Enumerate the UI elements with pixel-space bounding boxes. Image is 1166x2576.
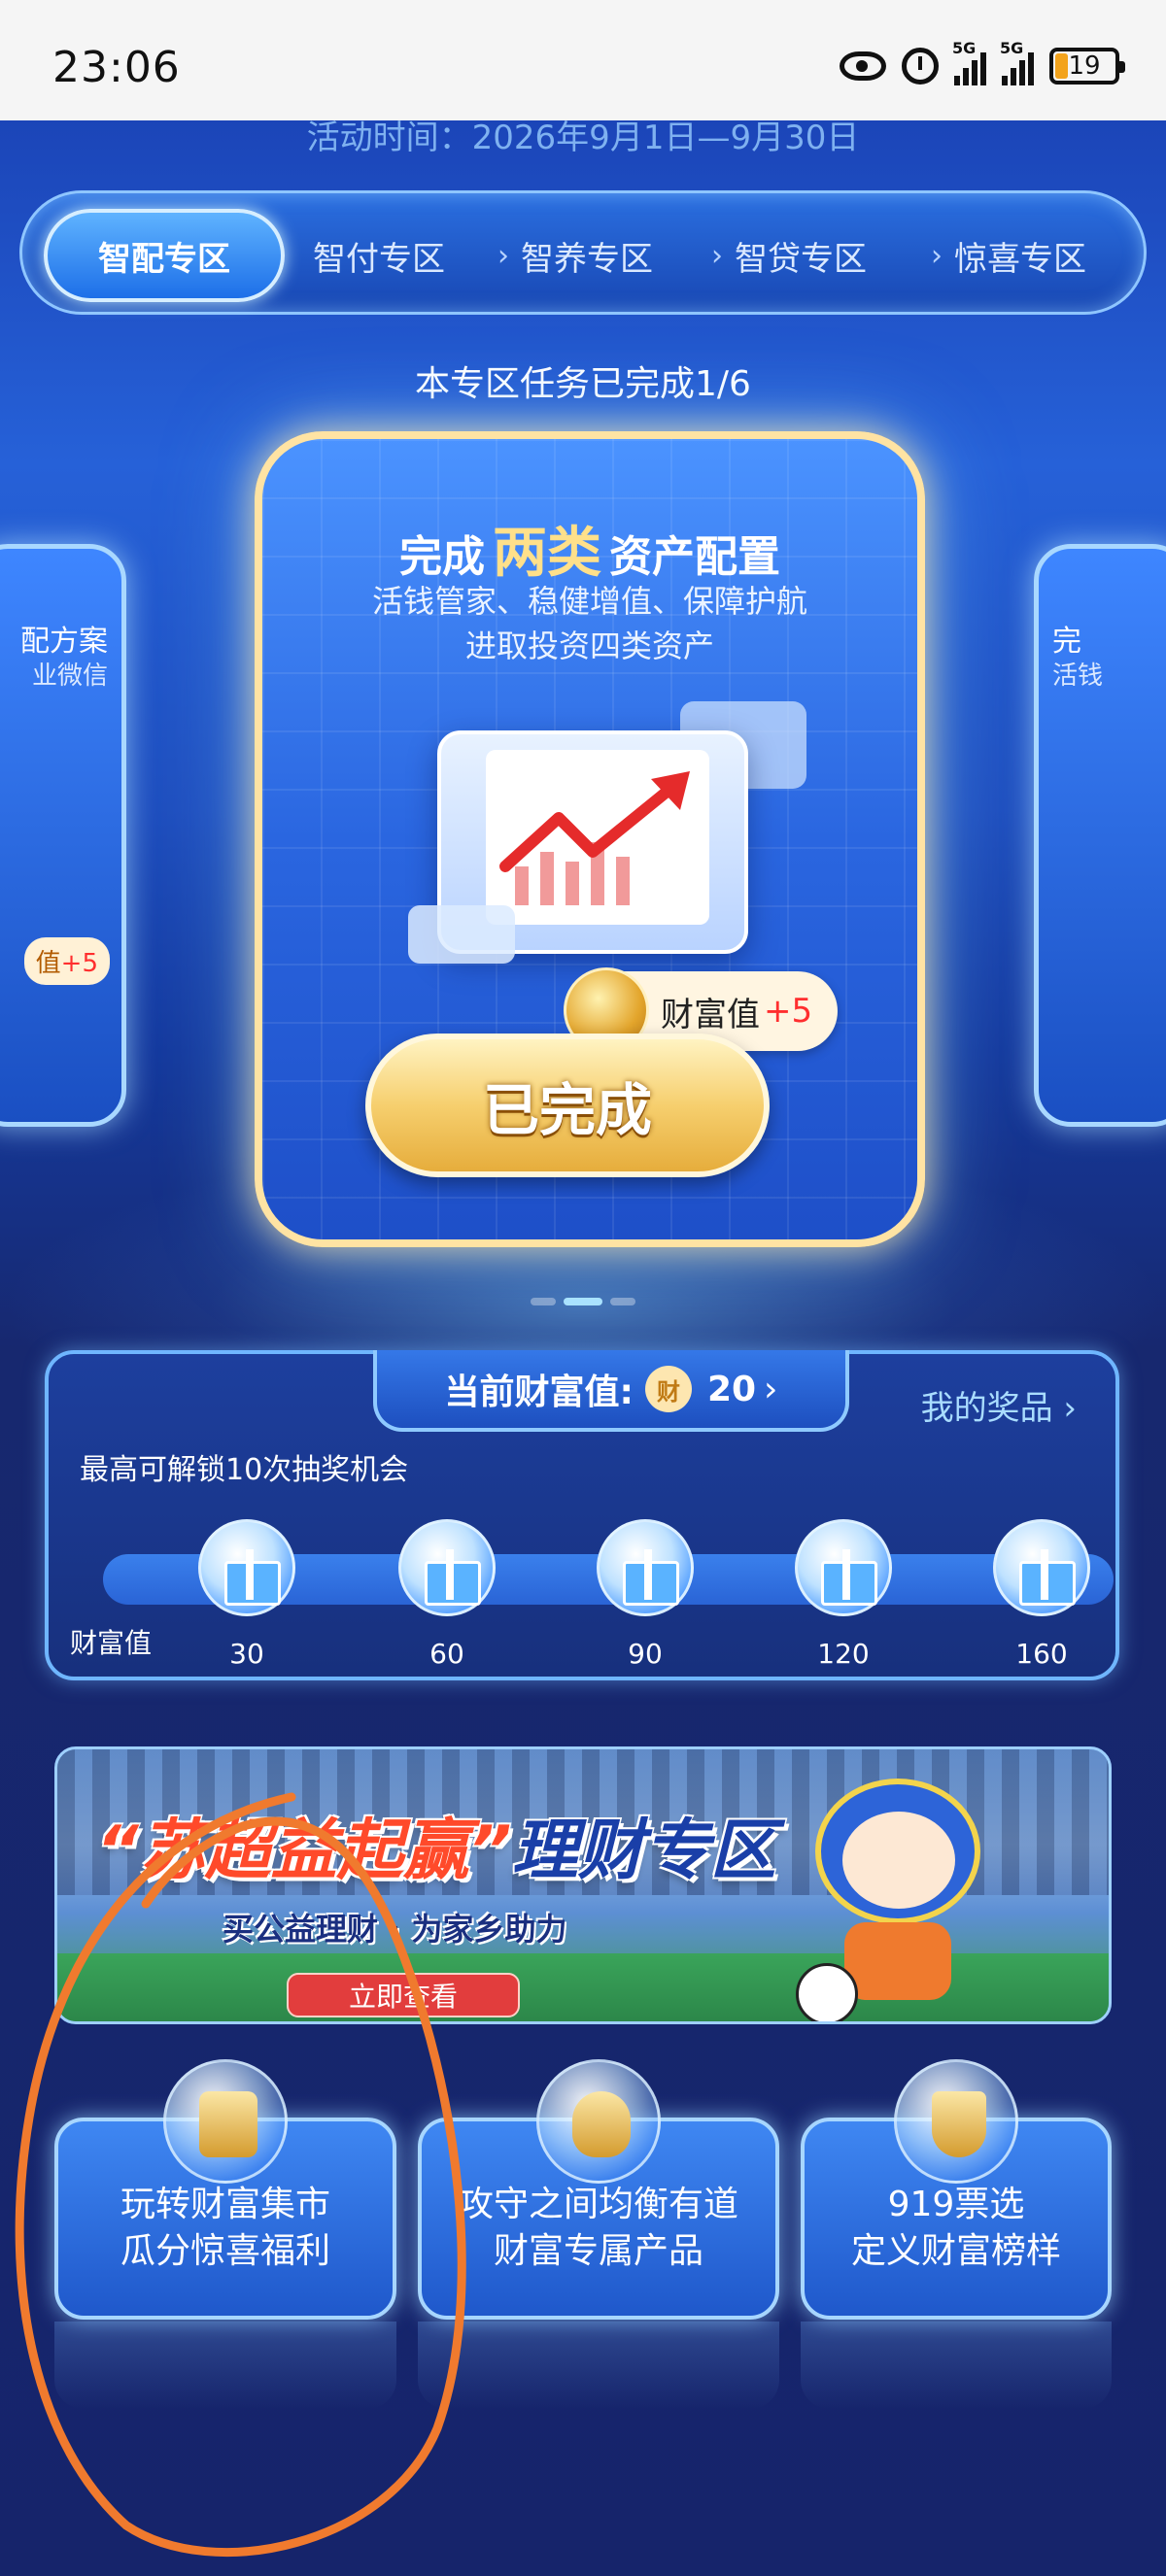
current-wealth[interactable]: 当前财富值: 财 20 › [373, 1350, 849, 1432]
gift-box-icon [597, 1519, 694, 1616]
task-title: 完成 两类 资产配置 [399, 522, 780, 585]
milestone-120[interactable]: 120 [795, 1519, 892, 1670]
activity-period: 活动时间：2026年9月1日—9月30日 [306, 119, 860, 157]
tab-smart-loan[interactable]: › 智贷专区 [689, 193, 889, 318]
chevron-right-icon: › [764, 1369, 778, 1409]
chevron-right-icon: › [497, 238, 509, 273]
milestone-160[interactable]: 160 [993, 1519, 1090, 1670]
view-now-button[interactable]: 立即查看 [287, 1973, 520, 2017]
promo-banner[interactable]: “苏超益起赢”理财专区 买公益理财 · 为家乡助力 立即查看 [54, 1746, 1112, 2024]
task-card-current: 完成 两类 资产配置 活钱管家、稳健增值、保障护航 进取投资四类资产 财富值 +5 已… [255, 431, 925, 1247]
wealth-coin-icon: 财 [644, 1366, 692, 1412]
tab-smart-allocation[interactable]: 智配专区 [44, 209, 285, 302]
carousel-indicator [466, 1298, 700, 1311]
gift-box-icon [398, 1519, 496, 1616]
signal-icon: 5G [952, 39, 986, 85]
milestone-30[interactable]: 30 [198, 1519, 295, 1670]
wealth-progress-panel: 当前财富值: 财 20 › 我的奖品 › 最高可解锁10次抽奖机会 财富值 30… [45, 1350, 1119, 1680]
task-progress: 本专区任务已完成1/6 [415, 364, 751, 404]
chevron-right-icon: › [931, 238, 943, 273]
milestone-90[interactable]: 90 [597, 1519, 694, 1670]
battery-level: 19 [1068, 51, 1101, 81]
gift-box-icon [795, 1519, 892, 1616]
chevron-right-icon: › [711, 238, 723, 273]
gift-box-icon [198, 1519, 295, 1616]
wealth-axis-label: 财富值 [70, 1627, 153, 1659]
banner-subtitle: 买公益理财 · 为家乡助力 [223, 1911, 567, 1948]
task-description: 活钱管家、稳健增值、保障护航 进取投资四类资产 [371, 583, 807, 664]
football-icon [796, 1963, 858, 2021]
max-unlock-note: 最高可解锁10次抽奖机会 [80, 1453, 409, 1487]
wallet-icon [199, 2091, 257, 2157]
banner-title: “苏超益起赢”理财专区 [96, 1813, 776, 1889]
reward-pill: 值+5 [23, 937, 110, 985]
gift-box-icon [993, 1519, 1090, 1616]
entry-919-vote[interactable]: 919票选 定义财富榜样 [801, 2059, 1112, 2320]
mascot-icon [796, 1779, 1000, 2021]
tab-smart-care[interactable]: › 智养专区 [475, 193, 675, 318]
growth-chart-illustration [408, 701, 806, 973]
tab-surprise[interactable]: › 惊喜专区 [903, 193, 1115, 318]
status-icons: 5G 5G 19 [840, 39, 1125, 85]
trend-arrow-icon [499, 771, 690, 905]
milestone-60[interactable]: 60 [398, 1519, 496, 1670]
my-prizes-link[interactable]: 我的奖品 › [921, 1381, 1077, 1429]
task-card-next[interactable]: 完 活钱 [1034, 544, 1166, 1127]
tab-smart-pay[interactable]: 智付专区 [296, 193, 462, 318]
eye-icon [840, 51, 886, 81]
zone-tabs: 智配专区 智付专区 › 智养专区 › 智贷专区 › 惊喜专区 [19, 190, 1147, 315]
money-bag-icon [572, 2091, 631, 2157]
battery-icon: 19 [1049, 48, 1125, 85]
entry-wealth-market[interactable]: 玩转财富集市 瓜分惊喜福利 [54, 2059, 396, 2320]
status-bar: 23:06 5G 5G 19 [0, 0, 1166, 120]
task-card-previous[interactable]: 配方案 业微信 值+5 [0, 544, 126, 1127]
completed-button[interactable]: 已完成 [365, 1034, 770, 1177]
clock: 23:06 [52, 43, 181, 92]
entry-exclusive-products[interactable]: 攻守之间均衡有道 财富专属产品 [418, 2059, 779, 2320]
signal-icon: 5G [1000, 39, 1034, 85]
alarm-icon [902, 48, 939, 85]
trophy-icon [932, 2091, 986, 2157]
